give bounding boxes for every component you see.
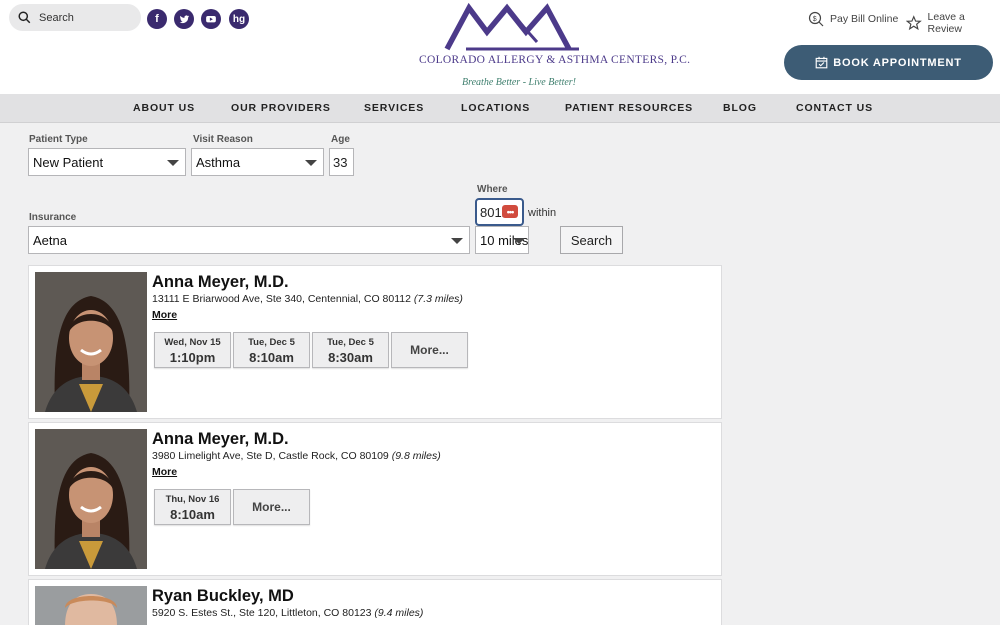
age-value: 33 bbox=[333, 154, 348, 170]
distance-text: (7.3 miles) bbox=[413, 293, 463, 305]
slot-date: Tue, Dec 5 bbox=[248, 337, 295, 348]
site-header: Search f hg COLORADO ALLERGY & ASTHMA CE… bbox=[0, 0, 1000, 94]
more-info-link[interactable]: More bbox=[152, 309, 177, 321]
distance-text: (9.4 miles) bbox=[374, 607, 424, 619]
patient-type-value: New Patient bbox=[33, 154, 104, 170]
insurance-select[interactable]: Aetna bbox=[28, 226, 470, 254]
visit-reason-select[interactable]: Asthma bbox=[191, 148, 324, 176]
healthgrades-icon[interactable]: hg bbox=[229, 9, 249, 29]
nav-about-us[interactable]: ABOUT US bbox=[133, 102, 195, 114]
more-slots-button[interactable]: More... bbox=[233, 489, 310, 525]
time-slot-button[interactable]: Thu, Nov 16 8:10am bbox=[154, 489, 231, 525]
slot-date: Wed, Nov 15 bbox=[164, 337, 221, 348]
address-text: 5920 S. Estes St., Ste 120, Littleton, C… bbox=[152, 607, 372, 619]
logo-mountains bbox=[444, 2, 579, 51]
more-info-link[interactable]: More bbox=[152, 466, 177, 478]
time-slot-button[interactable]: Wed, Nov 15 1:10pm bbox=[154, 332, 231, 368]
visit-reason-label: Visit Reason bbox=[193, 134, 253, 145]
nav-patient-resources[interactable]: PATIENT RESOURCES bbox=[565, 102, 693, 114]
provider-address: 13111 E Briarwood Ave, Ste 340, Centenni… bbox=[152, 293, 463, 305]
star-icon bbox=[906, 15, 922, 31]
visit-reason-value: Asthma bbox=[196, 154, 241, 170]
provider-card: Anna Meyer, M.D. 3980 Limelight Ave, Ste… bbox=[28, 422, 722, 576]
slot-time: 1:10pm bbox=[169, 350, 216, 365]
nav-services[interactable]: SERVICES bbox=[364, 102, 424, 114]
search-icon bbox=[18, 11, 31, 24]
more-slots-button[interactable]: More... bbox=[391, 332, 468, 368]
time-slot-button[interactable]: Tue, Dec 5 8:10am bbox=[233, 332, 310, 368]
provider-photo bbox=[35, 272, 147, 412]
book-appointment-button[interactable]: BOOK APPOINTMENT bbox=[784, 45, 993, 80]
provider-card: Ryan Buckley, MD 5920 S. Estes St., Ste … bbox=[28, 579, 722, 625]
slot-time: 8:10am bbox=[249, 350, 294, 365]
pay-bill-icon: $ bbox=[808, 11, 824, 27]
main-nav: ABOUT US OUR PROVIDERS SERVICES LOCATION… bbox=[0, 94, 1000, 123]
address-text: 3980 Limelight Ave, Ste D, Castle Rock, … bbox=[152, 450, 389, 462]
svg-text:$: $ bbox=[813, 16, 817, 23]
search-bar[interactable]: Search bbox=[9, 4, 141, 31]
logo-text: COLORADO ALLERGY & ASTHMA CENTERS, P.C. bbox=[419, 54, 691, 66]
within-label: within bbox=[528, 207, 557, 219]
nav-blog[interactable]: BLOG bbox=[723, 102, 757, 114]
search-button[interactable]: Search bbox=[560, 226, 623, 254]
patient-type-select[interactable]: New Patient bbox=[28, 148, 186, 176]
age-label: Age bbox=[331, 134, 350, 145]
chevron-down-icon bbox=[513, 238, 525, 244]
chevron-down-icon bbox=[167, 160, 179, 166]
provider-name[interactable]: Anna Meyer, M.D. bbox=[152, 273, 289, 292]
pay-bill-label[interactable]: Pay Bill Online bbox=[830, 13, 898, 25]
provider-card: Anna Meyer, M.D. 13111 E Briarwood Ave, … bbox=[28, 265, 722, 419]
distance-select[interactable]: 10 miles bbox=[475, 226, 529, 254]
facebook-icon[interactable]: f bbox=[147, 9, 167, 29]
provider-name[interactable]: Ryan Buckley, MD bbox=[152, 587, 294, 606]
nav-locations[interactable]: LOCATIONS bbox=[461, 102, 530, 114]
provider-address: 3980 Limelight Ave, Ste D, Castle Rock, … bbox=[152, 450, 441, 462]
password-manager-icon[interactable]: ••• bbox=[502, 205, 518, 218]
provider-photo bbox=[35, 586, 147, 625]
chevron-down-icon bbox=[451, 238, 463, 244]
provider-address: 5920 S. Estes St., Ste 120, Littleton, C… bbox=[152, 607, 423, 619]
leave-review-link[interactable]: Leave a Review bbox=[906, 11, 1000, 35]
patient-type-label: Patient Type bbox=[29, 134, 88, 145]
logo-tagline: Breathe Better - Live Better! bbox=[461, 77, 577, 88]
slot-date: Tue, Dec 5 bbox=[327, 337, 374, 348]
address-text: 13111 E Briarwood Ave, Ste 340, Centenni… bbox=[152, 293, 411, 305]
pay-bill-link[interactable]: $ Pay Bill Online bbox=[808, 11, 898, 27]
slot-date: Thu, Nov 16 bbox=[165, 494, 220, 505]
provider-photo bbox=[35, 429, 147, 569]
time-slot-button[interactable]: Tue, Dec 5 8:30am bbox=[312, 332, 389, 368]
insurance-label: Insurance bbox=[29, 212, 77, 223]
book-appointment-label[interactable]: BOOK APPOINTMENT bbox=[833, 57, 962, 69]
calendar-icon bbox=[815, 56, 828, 69]
insurance-value: Aetna bbox=[33, 232, 67, 248]
twitter-icon[interactable] bbox=[174, 9, 194, 29]
nav-contact-us[interactable]: CONTACT US bbox=[796, 102, 873, 114]
slot-time: 8:30am bbox=[328, 350, 373, 365]
distance-text: (9.8 miles) bbox=[391, 450, 441, 462]
where-label: Where bbox=[477, 184, 508, 195]
nav-our-providers[interactable]: OUR PROVIDERS bbox=[231, 102, 331, 114]
logo[interactable]: COLORADO ALLERGY & ASTHMA CENTERS, P.C. … bbox=[419, 2, 691, 90]
search-placeholder[interactable]: Search bbox=[39, 12, 74, 24]
age-input[interactable]: 33 bbox=[329, 148, 354, 176]
chevron-down-icon bbox=[305, 160, 317, 166]
leave-review-label[interactable]: Leave a Review bbox=[928, 11, 1000, 35]
provider-name[interactable]: Anna Meyer, M.D. bbox=[152, 430, 289, 449]
slot-time: 8:10am bbox=[170, 507, 215, 522]
youtube-icon[interactable] bbox=[201, 9, 221, 29]
